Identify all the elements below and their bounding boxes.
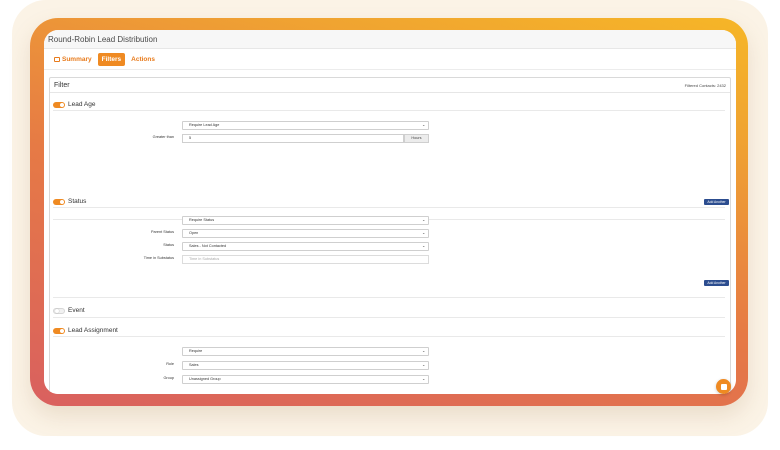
status-require-row: Require Status ⌄: [50, 216, 732, 225]
lead-age-add-another-button[interactable]: Add Another: [704, 199, 729, 205]
group-select[interactable]: Unassigned Group ⌄: [182, 375, 429, 384]
event-label: Event: [68, 307, 85, 314]
chat-icon: [720, 383, 727, 390]
hours-unit-addon: Hours: [404, 134, 429, 143]
status-require-value: Require Status: [189, 218, 215, 222]
time-in-substatus-input[interactable]: Time in Substatus: [182, 255, 429, 264]
status-row: Status Sales - Not Contacted ⌄: [50, 242, 732, 251]
greater-than-label: Greater than: [152, 135, 174, 139]
status-toggle[interactable]: [53, 198, 65, 205]
role-value: Sales: [189, 363, 199, 367]
parent-status-row: Parent Status Open ⌄: [50, 229, 732, 238]
greater-than-row: Greater than 5 Hours: [50, 134, 732, 143]
tab-summary[interactable]: Summary: [50, 53, 96, 66]
divider: [53, 110, 725, 111]
tab-filters[interactable]: Filters: [97, 52, 126, 66]
status-add-another-button[interactable]: Add Another: [704, 280, 729, 286]
lead-age-require-select[interactable]: Require Lead Age ⌄: [182, 121, 429, 130]
status-select[interactable]: Sales - Not Contacted ⌄: [182, 242, 429, 251]
status-require-select[interactable]: Require Status ⌄: [182, 216, 429, 225]
chevron-down-icon: ⌄: [422, 362, 426, 367]
greater-than-input-group: 5 Hours: [182, 134, 429, 143]
lead-age-section-header: Lead Age: [53, 101, 95, 108]
role-select[interactable]: Sales ⌄: [182, 361, 429, 370]
parent-status-select[interactable]: Open ⌄: [182, 229, 429, 238]
lead-age-label: Lead Age: [68, 101, 96, 108]
event-section-header: Event: [53, 307, 85, 314]
status-label: Status: [68, 198, 87, 205]
lead-assignment-toggle[interactable]: [53, 327, 65, 334]
group-label: Group: [163, 376, 174, 380]
status-value: Sales - Not Contacted: [189, 244, 227, 248]
tab-bar: Summary Filters Actions: [44, 49, 736, 70]
time-in-substatus-row: Time in Substatus Time in Substatus: [50, 255, 732, 264]
chevron-down-icon: ⌄: [422, 348, 426, 353]
status-field-label: Status: [163, 243, 174, 247]
list-icon: [54, 56, 60, 62]
lead-age-require-row: Require Lead Age ⌄: [50, 121, 732, 130]
lead-age-require-value: Require Lead Age: [189, 123, 220, 127]
time-in-substatus-label: Time in Substatus: [143, 256, 174, 260]
group-row: Group Unassigned Group ⌄: [50, 375, 732, 384]
filtered-contacts-count: Filtered Contacts: 2432: [684, 82, 726, 88]
parent-status-value: Open: [189, 231, 199, 235]
greater-than-input[interactable]: 5: [182, 134, 404, 143]
tab-actions[interactable]: Actions: [127, 53, 159, 66]
filter-title: Filter: [54, 81, 70, 89]
tab-actions-label: Actions: [131, 55, 155, 63]
lead-age-toggle[interactable]: [53, 101, 65, 108]
lead-assignment-require-value: Require: [189, 349, 203, 353]
chevron-down-icon: ⌄: [422, 230, 426, 235]
role-row: Role Sales ⌄: [50, 361, 732, 370]
group-value: Unassigned Group: [189, 377, 221, 381]
lead-assignment-label: Lead Assignment: [68, 327, 118, 334]
filter-panel: Filter Filtered Contacts: 2432 Lead Age …: [49, 77, 731, 394]
parent-status-label: Parent Status: [150, 230, 174, 234]
status-section-header: Status: [53, 198, 86, 205]
divider: [53, 336, 725, 337]
lead-assignment-require-select[interactable]: Require ⌄: [182, 347, 429, 356]
filter-panel-header: Filter Filtered Contacts: 2432: [50, 78, 730, 93]
chat-button[interactable]: [716, 379, 731, 394]
divider: [53, 317, 725, 318]
role-label: Role: [166, 362, 174, 366]
lead-assignment-section-header: Lead Assignment: [53, 327, 118, 334]
tab-summary-label: Summary: [62, 55, 92, 63]
event-toggle[interactable]: [53, 307, 65, 314]
chevron-down-icon: ⌄: [422, 217, 426, 222]
window-titlebar: Round-Robin Lead Distribution: [44, 30, 736, 49]
lead-assignment-require-row: Require ⌄: [50, 347, 732, 356]
divider: [53, 207, 725, 208]
chevron-down-icon: ⌄: [422, 376, 426, 381]
divider: [53, 297, 725, 298]
tab-filters-label: Filters: [101, 55, 122, 63]
chevron-down-icon: ⌄: [422, 122, 426, 127]
chevron-down-icon: ⌄: [422, 243, 426, 248]
window-title: Round-Robin Lead Distribution: [48, 34, 158, 44]
app-screen: Round-Robin Lead Distribution Summary Fi…: [44, 30, 736, 394]
